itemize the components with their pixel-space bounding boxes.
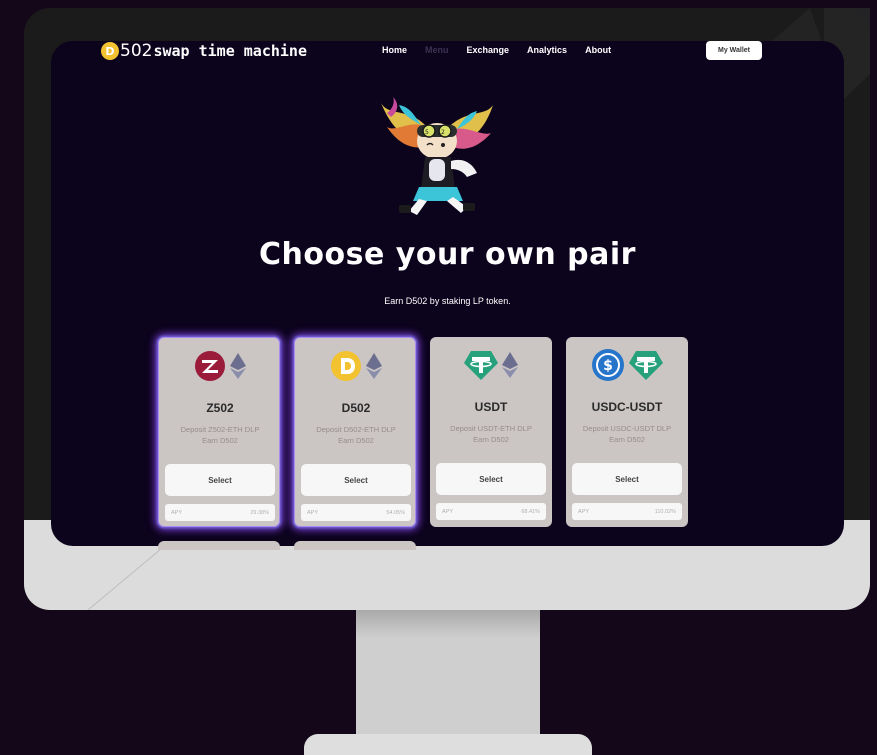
- select-button[interactable]: Select: [165, 464, 275, 496]
- svg-text:$: $: [603, 358, 613, 374]
- apy-row: APY 54.05%: [301, 504, 411, 521]
- pair-description: Deposit USDC-USDT DLP Earn D502: [572, 423, 682, 445]
- pair-title: USDC-USDT: [591, 400, 663, 414]
- desktop-scene: D 502 swap time machine Home Menu Exchan…: [0, 0, 877, 755]
- page-subtitle: Earn D502 by staking LP token.: [384, 296, 511, 306]
- pair-earn-text: Earn D502: [473, 435, 509, 444]
- apy-label: APY: [442, 508, 454, 515]
- d502-token-icon: [331, 351, 361, 381]
- select-button[interactable]: Select: [572, 463, 682, 495]
- apy-value: 29.38%: [250, 509, 269, 516]
- apy-label: APY: [578, 508, 590, 515]
- apy-label: APY: [171, 509, 183, 516]
- tether-icon: [464, 351, 498, 380]
- apy-label: APY: [307, 509, 319, 516]
- apy-row: APY 110.02%: [572, 503, 682, 520]
- pair-icons: [430, 347, 552, 383]
- z502-token-icon: [195, 351, 225, 381]
- monitor-stand-foot: [304, 734, 592, 755]
- apy-row: APY 29.38%: [165, 504, 275, 521]
- navbar: D 502 swap time machine Home Menu Exchan…: [51, 41, 844, 63]
- pair-description: Deposit D502-ETH DLP Earn D502: [301, 424, 411, 446]
- pair-description: Deposit Z502-ETH DLP Earn D502: [165, 424, 275, 446]
- apy-value: 54.05%: [386, 509, 405, 516]
- pair-card-usdc-usdt: $ USDC-USDT Deposit USDC-USDT DLP Earn D…: [566, 337, 688, 527]
- nav-about[interactable]: About: [585, 45, 611, 55]
- pair-earn-text: Earn D502: [202, 436, 238, 445]
- svg-text:5: 5: [425, 129, 429, 136]
- nav-exchange[interactable]: Exchange: [467, 45, 510, 55]
- pair-card-z502: Z502 Deposit Z502-ETH DLP Earn D502 Sele…: [158, 337, 280, 527]
- nav-home[interactable]: Home: [382, 45, 407, 55]
- pair-card-partial: [294, 541, 416, 550]
- pair-title: USDT: [474, 400, 508, 414]
- brand-number: 502: [120, 41, 153, 61]
- pair-deposit-text: Deposit Z502-ETH DLP: [180, 425, 260, 434]
- mascot-illustration: 5 2: [381, 97, 493, 215]
- monitor-stand-shadow: [356, 610, 540, 638]
- pair-description: Deposit USDT-ETH DLP Earn D502: [436, 423, 546, 445]
- nav-links: Home Menu Exchange Analytics About: [382, 45, 629, 55]
- pair-title: Z502: [206, 401, 234, 415]
- apy-value: 68.41%: [521, 508, 540, 515]
- pair-icons: $: [566, 347, 688, 383]
- ethereum-icon: [366, 353, 382, 379]
- pair-icons: [295, 348, 417, 384]
- pair-icons: [159, 348, 281, 384]
- pair-title: D502: [341, 401, 371, 415]
- pair-deposit-text: Deposit D502-ETH DLP: [316, 425, 396, 434]
- pair-card-usdt: USDT Deposit USDT-ETH DLP Earn D502 Sele…: [430, 337, 552, 527]
- page-title: Choose your own pair: [259, 237, 636, 272]
- pair-card-d502: D502 Deposit D502-ETH DLP Earn D502 Sele…: [294, 337, 416, 527]
- pair-deposit-text: Deposit USDT-ETH DLP: [450, 424, 532, 433]
- nav-menu[interactable]: Menu: [425, 45, 449, 55]
- pair-card-partial: [158, 541, 280, 550]
- usdc-icon: $: [592, 349, 624, 381]
- select-button[interactable]: Select: [301, 464, 411, 496]
- svg-text:2: 2: [441, 129, 445, 136]
- pair-deposit-text: Deposit USDC-USDT DLP: [582, 424, 672, 433]
- pair-earn-text: Earn D502: [338, 436, 374, 445]
- ethereum-icon: [502, 352, 518, 378]
- app-screen: D 502 swap time machine Home Menu Exchan…: [51, 41, 844, 546]
- brand-logo[interactable]: D 502 swap time machine: [101, 41, 307, 61]
- apy-row: APY 68.41%: [436, 503, 546, 520]
- select-button[interactable]: Select: [436, 463, 546, 495]
- nav-analytics[interactable]: Analytics: [527, 45, 567, 55]
- apy-value: 110.02%: [654, 508, 676, 515]
- tether-icon: [629, 351, 663, 380]
- pair-earn-text: Earn D502: [609, 435, 645, 444]
- brand-name: swap time machine: [153, 42, 307, 60]
- ethereum-icon: [230, 353, 246, 379]
- d502-coin-icon: D: [101, 42, 119, 60]
- my-wallet-button[interactable]: My Wallet: [706, 41, 762, 60]
